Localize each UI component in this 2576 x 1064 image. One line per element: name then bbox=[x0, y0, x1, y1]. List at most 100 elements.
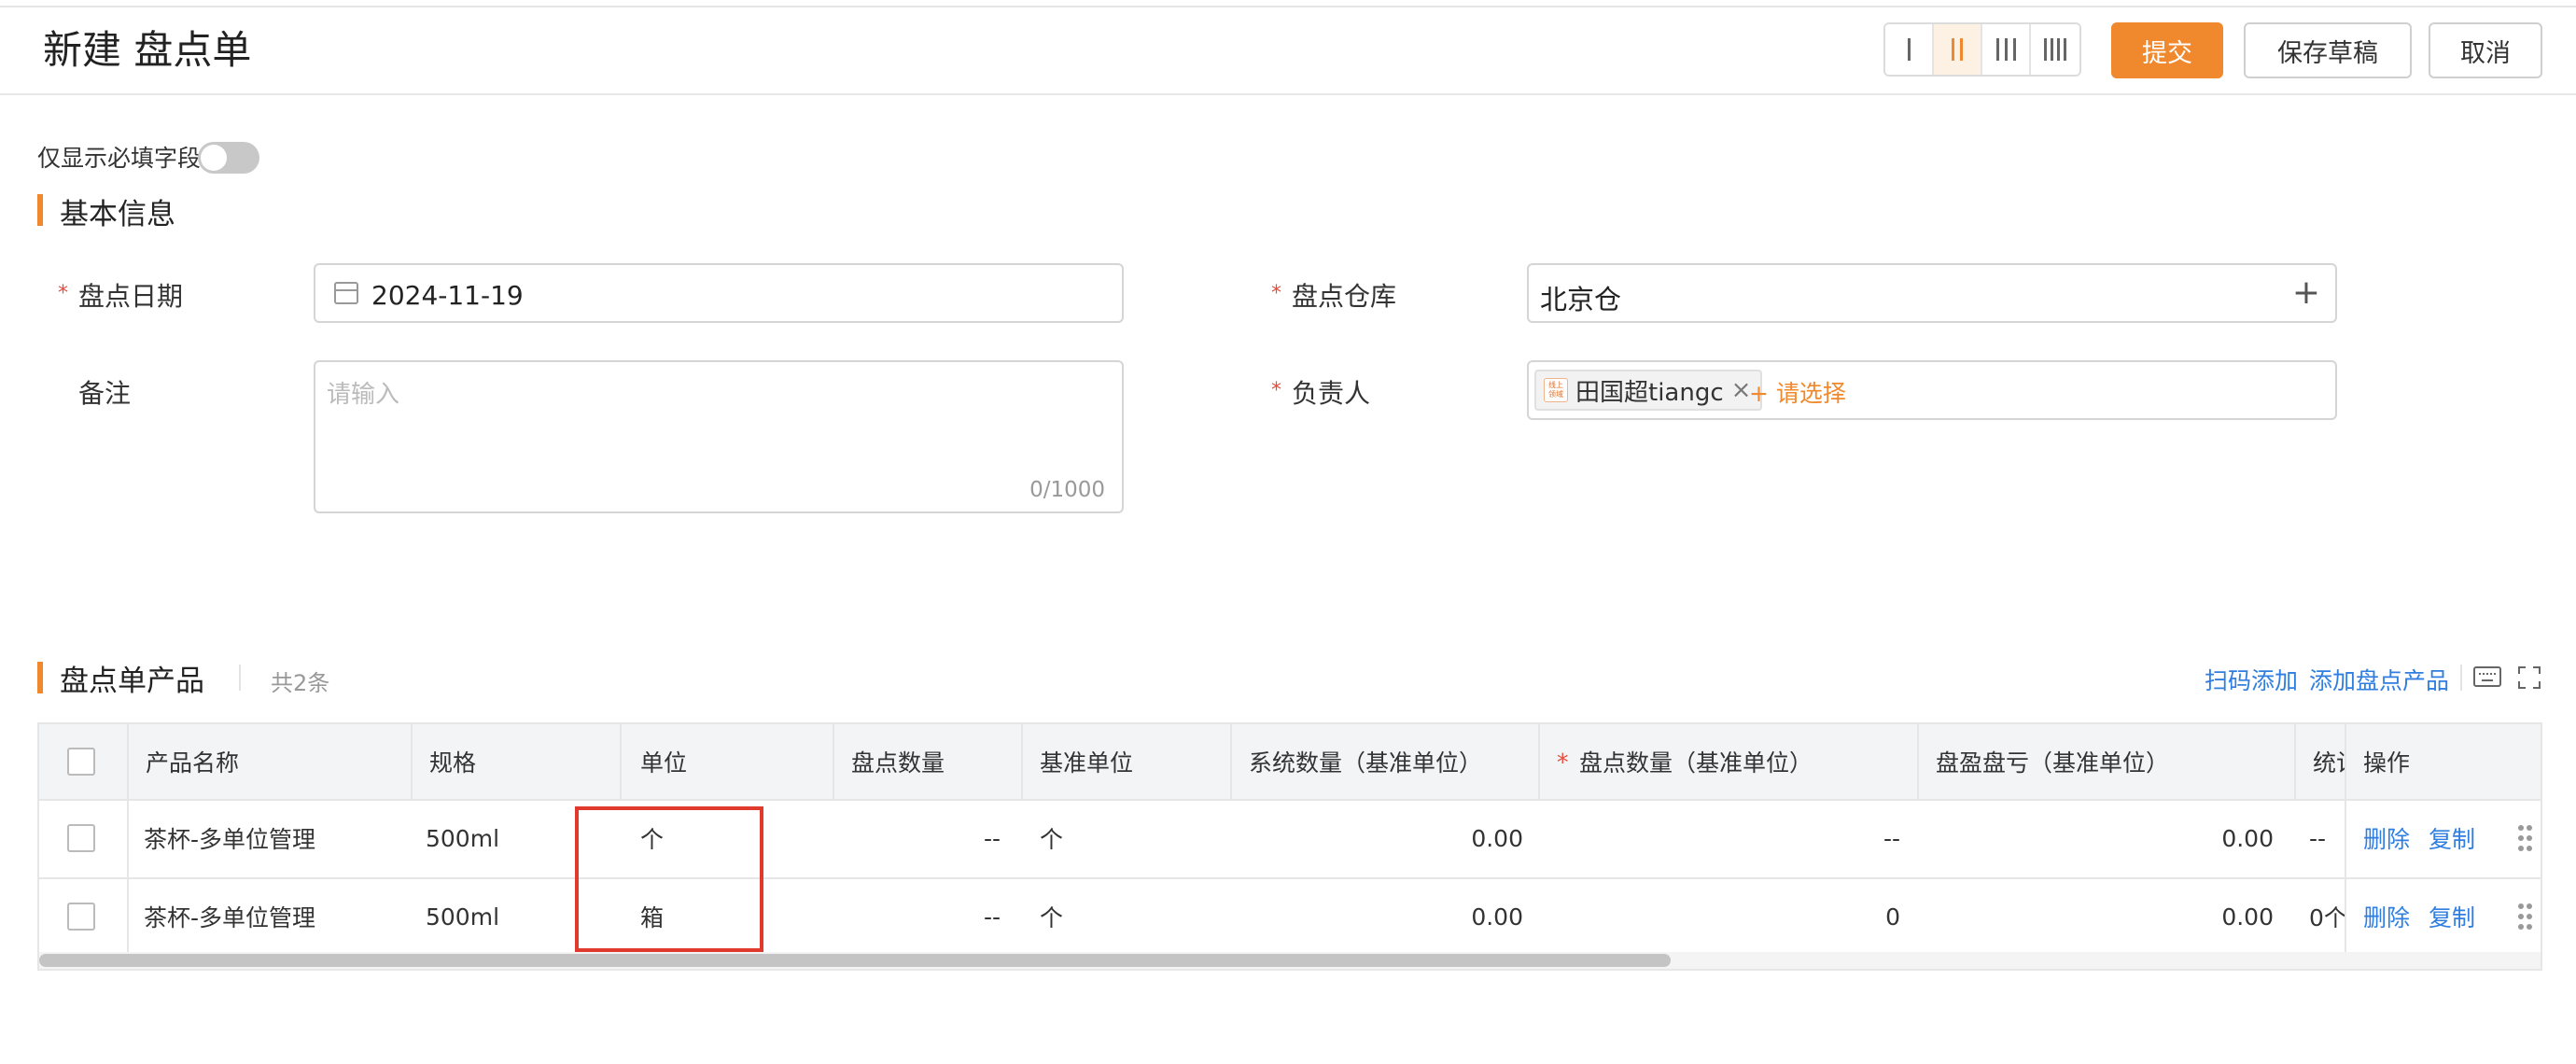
base-unit: 个 bbox=[1040, 904, 1064, 931]
table-row: 茶杯-多单位管理 500ml 箱 -- 个 0.00 0 0.00 0个 删除 … bbox=[39, 879, 2541, 958]
row-checkbox[interactable] bbox=[67, 903, 95, 931]
count-qty[interactable]: -- bbox=[851, 801, 1001, 875]
save-draft-button[interactable]: 保存草稿 bbox=[2244, 22, 2412, 78]
owner-select[interactable]: 线上 领域 田国超tiangc × + 请选择 bbox=[1527, 360, 2337, 420]
column-divider bbox=[2345, 724, 2346, 799]
scrollbar-thumb[interactable] bbox=[39, 954, 1671, 967]
required-mark: * bbox=[58, 282, 68, 305]
scan-add-link[interactable]: 扫码添加 bbox=[2205, 663, 2298, 696]
column-divider bbox=[620, 724, 622, 799]
select-all-cell bbox=[67, 724, 105, 799]
required-only-toggle[interactable] bbox=[198, 142, 259, 174]
column-divider bbox=[127, 879, 129, 958]
column-bar-icon bbox=[2012, 38, 2016, 61]
warehouse-select[interactable]: 北京仓 + bbox=[1527, 263, 2337, 323]
product-name: 茶杯-多单位管理 bbox=[144, 826, 316, 853]
char-counter: 0/1000 bbox=[1029, 478, 1105, 502]
copy-link[interactable]: 复制 bbox=[2429, 900, 2475, 933]
profit-loss: 0.00 bbox=[2221, 824, 2274, 852]
layout-three-column-button[interactable] bbox=[1982, 24, 2031, 75]
column-bar-icon bbox=[2057, 38, 2060, 61]
profit-loss: 0.00 bbox=[2221, 903, 2274, 931]
drag-handle-icon[interactable] bbox=[2518, 903, 2532, 931]
column-divider bbox=[1538, 724, 1540, 799]
system-qty: 0.00 bbox=[1471, 824, 1523, 852]
row-select-cell bbox=[67, 801, 105, 875]
count-qty[interactable]: -- bbox=[851, 879, 1001, 954]
column-header: 系统数量（基准单位） bbox=[1249, 749, 1483, 777]
cancel-button[interactable]: 取消 bbox=[2429, 22, 2542, 78]
page-title: 新建 盘点单 bbox=[43, 27, 252, 73]
column-header: 操作 bbox=[2363, 749, 2411, 777]
column-divider bbox=[833, 724, 834, 799]
product-table: 产品名称 规格 单位 盘点数量 基准单位 系统数量（基准单位） * 盘点数量（基… bbox=[37, 722, 2542, 971]
page-header: 新建 盘点单 提交 保存草稿 取消 bbox=[0, 7, 2576, 95]
layout-one-column-button[interactable] bbox=[1885, 24, 1934, 75]
keyboard-icon[interactable] bbox=[2473, 666, 2501, 687]
owner-tag-name: 田国超tiangc bbox=[1575, 378, 1724, 407]
layout-two-column-button[interactable] bbox=[1934, 24, 1982, 75]
column-header: 基准单位 bbox=[1040, 749, 1134, 777]
divider bbox=[2460, 665, 2462, 691]
column-bar-icon bbox=[2064, 38, 2066, 61]
fullscreen-icon[interactable] bbox=[2518, 666, 2541, 689]
column-divider bbox=[2345, 879, 2346, 958]
column-header: 统计 bbox=[2313, 749, 2345, 777]
delete-link[interactable]: 删除 bbox=[2363, 821, 2410, 855]
column-bar-icon bbox=[2004, 38, 2008, 61]
base-unit: 个 bbox=[1040, 826, 1064, 853]
layout-four-column-button[interactable] bbox=[2031, 24, 2079, 75]
divider bbox=[239, 665, 241, 691]
copy-link[interactable]: 复制 bbox=[2429, 821, 2475, 855]
plus-icon[interactable]: + bbox=[2292, 274, 2320, 312]
product-name: 茶杯-多单位管理 bbox=[144, 904, 316, 931]
top-divider bbox=[0, 0, 2576, 7]
delete-link[interactable]: 删除 bbox=[2363, 900, 2410, 933]
table-row: 茶杯-多单位管理 500ml 个 -- 个 0.00 -- 0.00 -- 删除… bbox=[39, 801, 2541, 879]
drag-handle-icon[interactable] bbox=[2518, 825, 2532, 853]
avatar: 线上 领域 bbox=[1544, 378, 1568, 402]
column-bar-icon bbox=[1960, 38, 1963, 61]
products-title: 盘点单产品 bbox=[60, 665, 204, 698]
unit-column-highlight bbox=[575, 806, 763, 952]
count-qty-base[interactable]: 0 bbox=[1579, 879, 1900, 954]
horizontal-scrollbar[interactable] bbox=[39, 952, 2541, 969]
row-actions: 删除 复制 bbox=[2363, 879, 2513, 954]
column-divider bbox=[1917, 724, 1919, 799]
column-header: 盘点数量（基准单位） bbox=[1579, 749, 1813, 777]
date-picker[interactable]: 2024-11-19 bbox=[314, 263, 1124, 323]
column-header: 规格 bbox=[429, 749, 477, 777]
remark-textarea[interactable]: 请输入 0/1000 bbox=[314, 360, 1124, 513]
owner-label: 负责人 bbox=[1292, 378, 1371, 409]
column-bar-icon bbox=[1907, 38, 1911, 61]
date-value: 2024-11-19 bbox=[371, 280, 524, 311]
owner-tag: 线上 领域 田国超tiangc × bbox=[1534, 370, 1763, 411]
add-owner-link[interactable]: + 请选择 bbox=[1749, 375, 1846, 409]
column-divider bbox=[1021, 724, 1023, 799]
section-accent-bar bbox=[37, 194, 43, 226]
system-qty: 0.00 bbox=[1471, 903, 1523, 931]
date-label: 盘点日期 bbox=[78, 281, 184, 312]
submit-button[interactable]: 提交 bbox=[2111, 22, 2223, 78]
row-select-cell bbox=[67, 879, 105, 954]
warehouse-label: 盘点仓库 bbox=[1292, 281, 1397, 312]
add-product-link[interactable]: 添加盘点产品 bbox=[2309, 663, 2449, 696]
row-actions: 删除 复制 bbox=[2363, 801, 2513, 875]
column-divider bbox=[411, 724, 413, 799]
column-header: 单位 bbox=[640, 749, 688, 777]
select-all-checkbox[interactable] bbox=[67, 748, 95, 776]
row-checkbox[interactable] bbox=[67, 824, 95, 852]
stat-value: 0个 bbox=[2309, 904, 2345, 931]
column-header: 盘点数量 bbox=[851, 749, 945, 777]
basic-info-title: 基本信息 bbox=[60, 198, 175, 231]
product-spec: 500ml bbox=[426, 824, 500, 852]
required-only-label: 仅显示必填字段 bbox=[37, 145, 202, 172]
count-qty-base[interactable]: -- bbox=[1579, 801, 1900, 875]
column-divider bbox=[2345, 801, 2346, 879]
stat-value: -- bbox=[2309, 824, 2327, 852]
remark-label: 备注 bbox=[78, 378, 132, 409]
required-mark: * bbox=[1557, 748, 1569, 776]
toggle-knob bbox=[201, 145, 227, 171]
remark-placeholder: 请输入 bbox=[327, 381, 400, 409]
section-accent-bar bbox=[37, 662, 43, 693]
